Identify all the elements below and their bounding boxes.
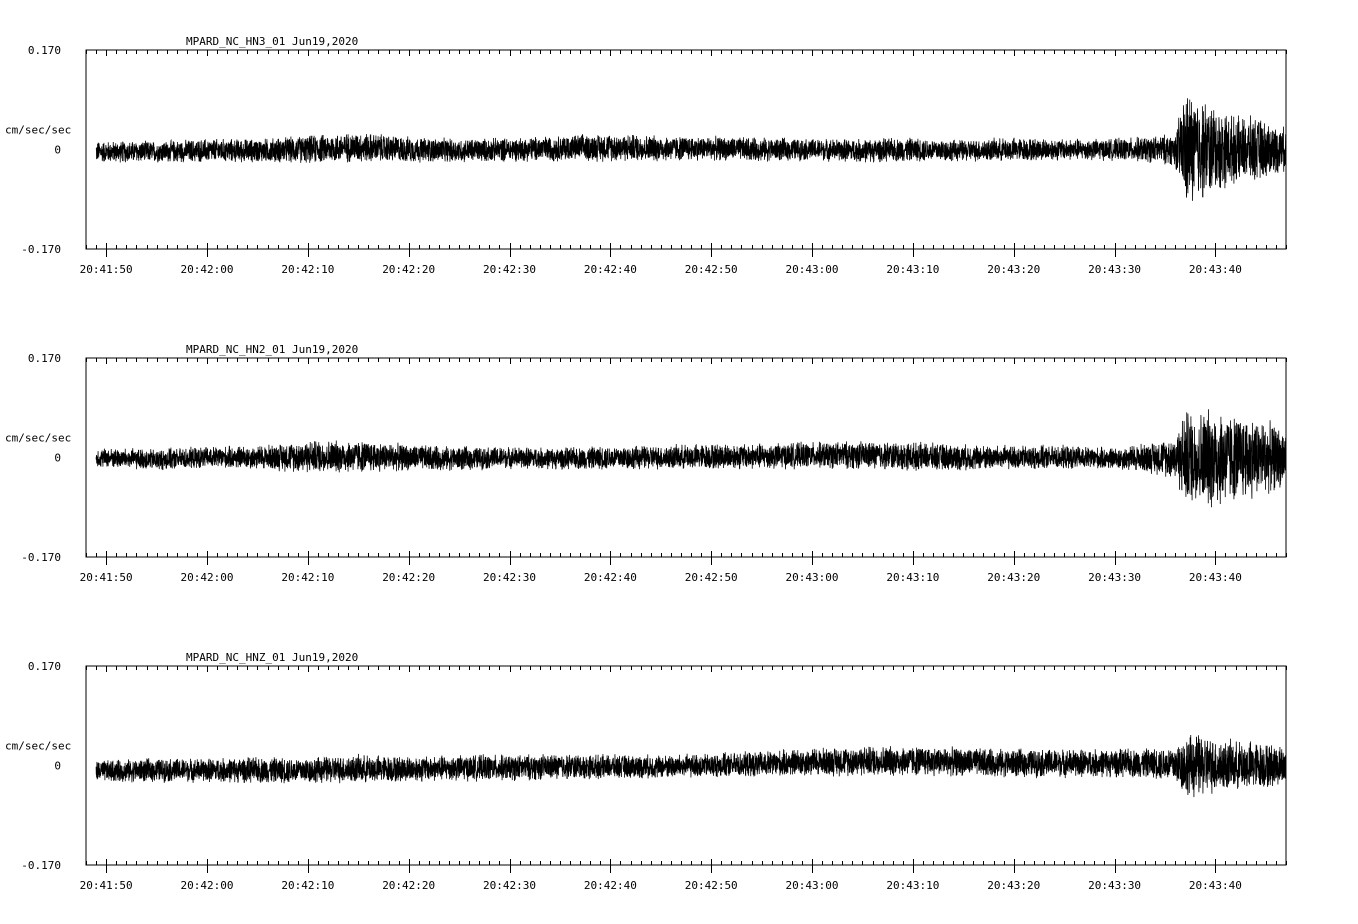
y-tick-label: 0.170 [28,352,61,365]
y-tick-label: 0 [54,760,61,773]
x-tick-label: 20:43:00 [786,571,839,584]
y-tick-label: 0.170 [28,44,61,57]
x-tick-label: 20:42:30 [483,571,536,584]
x-tick-label: 20:42:00 [181,263,234,276]
x-tick-label: 20:42:10 [281,879,334,892]
x-tick-label: 20:43:40 [1189,263,1242,276]
x-tick-label: 20:42:40 [584,263,637,276]
x-tick-label: 20:43:20 [987,571,1040,584]
x-tick-label: 20:42:50 [685,263,738,276]
x-tick-label: 20:42:30 [483,879,536,892]
y-tick-label: -0.170 [21,859,61,872]
x-tick-label: 20:41:50 [80,263,133,276]
y-axis-label: cm/sec/sec [5,432,71,445]
y-tick-label: -0.170 [21,243,61,256]
x-tick-label: 20:42:20 [382,263,435,276]
x-tick-label: 20:43:20 [987,263,1040,276]
x-tick-label: 20:43:20 [987,879,1040,892]
x-tick-label: 20:43:30 [1088,879,1141,892]
x-tick-label: 20:43:10 [886,879,939,892]
y-tick-label: 0 [54,144,61,157]
x-tick-label: 20:42:00 [181,879,234,892]
x-tick-label: 20:43:40 [1189,879,1242,892]
x-tick-label: 20:42:40 [584,879,637,892]
x-tick-label: 20:43:00 [786,879,839,892]
y-tick-label: 0 [54,452,61,465]
x-tick-label: 20:41:50 [80,879,133,892]
x-tick-label: 20:42:10 [281,263,334,276]
x-tick-label: 20:41:50 [80,571,133,584]
y-tick-label: -0.170 [21,551,61,564]
x-tick-label: 20:42:20 [382,879,435,892]
chart-title: MPARD_NC_HNZ_01 Jun19,2020 [186,651,358,664]
y-axis-label: cm/sec/sec [5,740,71,753]
x-tick-label: 20:42:50 [685,879,738,892]
x-tick-label: 20:42:00 [181,571,234,584]
x-tick-label: 20:42:30 [483,263,536,276]
x-tick-label: 20:43:30 [1088,571,1141,584]
x-tick-label: 20:43:00 [786,263,839,276]
x-tick-label: 20:42:10 [281,571,334,584]
x-tick-label: 20:43:10 [886,571,939,584]
x-tick-label: 20:42:50 [685,571,738,584]
y-axis-label: cm/sec/sec [5,124,71,137]
seismogram-figure: MPARD_NC_HN3_01 Jun19,2020 0.170 0 -0.170 cm… [0,0,1358,924]
chart-title: MPARD_NC_HN3_01 Jun19,2020 [186,35,358,48]
x-tick-label: 20:43:40 [1189,571,1242,584]
y-tick-label: 0.170 [28,660,61,673]
x-tick-label: 20:42:40 [584,571,637,584]
x-tick-label: 20:42:20 [382,571,435,584]
x-tick-label: 20:43:30 [1088,263,1141,276]
x-tick-label: 20:43:10 [886,263,939,276]
chart-title: MPARD_NC_HN2_01 Jun19,2020 [186,343,358,356]
